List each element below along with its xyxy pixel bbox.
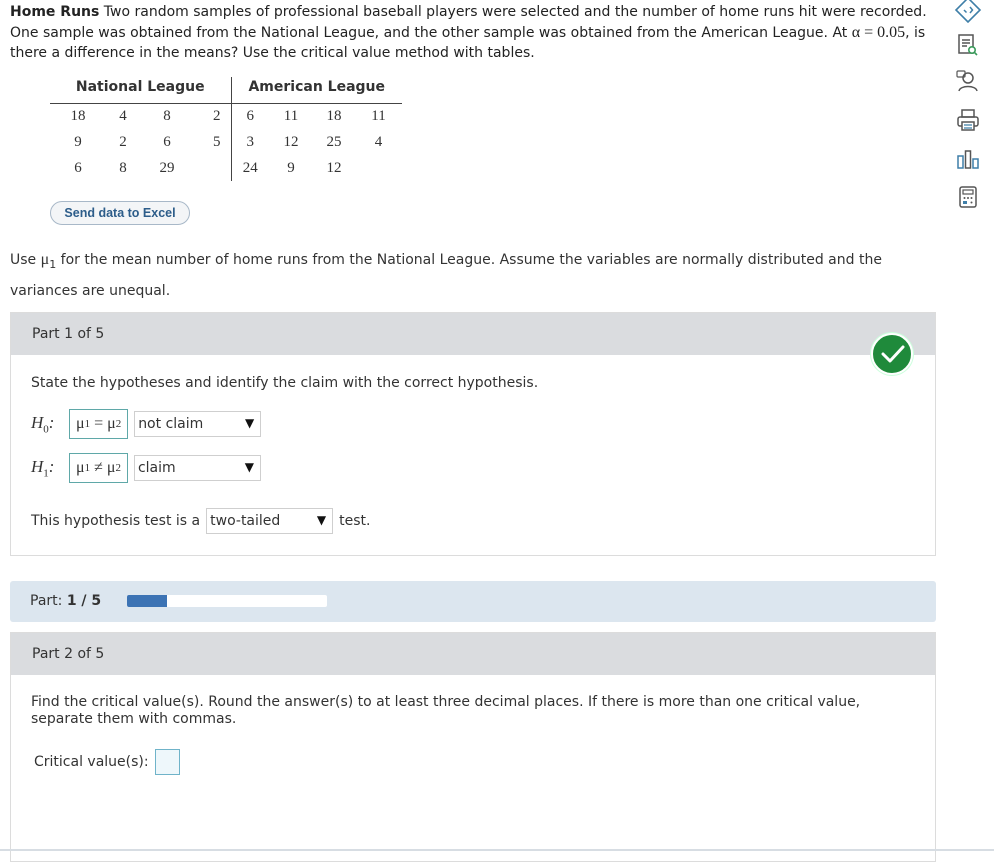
- critical-value-label: Critical value(s):: [34, 754, 149, 770]
- print-icon[interactable]: [952, 105, 984, 135]
- table-cell: 3: [230, 129, 269, 155]
- reference-doc-icon[interactable]: [952, 30, 984, 60]
- table-cell: 6: [163, 133, 171, 150]
- table-cell: 12: [326, 159, 342, 176]
- correct-check-icon: [871, 333, 913, 375]
- h1-row: H1: μ1 ≠ μ2 claim ▼: [31, 453, 261, 483]
- dropdown-arrow-icon: ▼: [316, 513, 327, 527]
- american-league-header: American League: [230, 77, 402, 104]
- table-cell: 25: [326, 133, 342, 150]
- dropdown-arrow-icon: ▼: [244, 416, 255, 430]
- tutor-icon[interactable]: [952, 66, 984, 96]
- table-cell: 4: [119, 107, 127, 124]
- main-content: Home Runs Two random samples of professi…: [0, 0, 945, 862]
- h1-label: H1:: [31, 456, 55, 480]
- table-cell: 11: [283, 107, 299, 124]
- test-type-select[interactable]: two-tailed ▼: [206, 508, 334, 534]
- instructions-after: for the mean number of home runs from th…: [10, 252, 882, 299]
- problem-title: Home Runs: [10, 4, 100, 20]
- progress-value: 1 / 5: [66, 593, 102, 609]
- table-cell: 12: [283, 133, 299, 150]
- part-1-panel: Part 1 of 5 State the hypotheses and ide…: [10, 312, 936, 556]
- part-2-panel: Part 2 of 5 Find the critical value(s). …: [10, 632, 936, 862]
- table-cell: 9: [74, 133, 82, 150]
- data-table: National League American League 18 4 8 2…: [50, 77, 402, 181]
- table-cell: 2: [213, 107, 221, 124]
- test-type-prefix: This hypothesis test is a: [31, 513, 201, 529]
- table-cell: [355, 155, 402, 181]
- h1-expression-input[interactable]: μ1 ≠ μ2: [69, 453, 128, 483]
- h0-row: H0: μ1 = μ2 not claim ▼: [31, 409, 262, 439]
- calculator-icon[interactable]: [952, 182, 984, 212]
- progress-track: [127, 595, 327, 607]
- table-cell: 2: [119, 133, 127, 150]
- table-cell: 9: [287, 159, 295, 176]
- table-cell: 29: [159, 159, 175, 176]
- national-league-header: National League: [50, 77, 231, 104]
- dropdown-arrow-icon: ▼: [244, 460, 254, 474]
- table-cell: 11: [371, 107, 386, 124]
- table-cell: 4: [374, 133, 383, 150]
- h1-claim-value: claim: [137, 460, 176, 476]
- table-cell: [194, 155, 231, 181]
- table-cell: 18: [70, 107, 86, 124]
- test-type-suffix: test.: [339, 513, 371, 529]
- problem-text-1: Two random samples of professional baseb…: [10, 4, 927, 41]
- part-1-prompt: State the hypotheses and identify the cl…: [31, 375, 539, 391]
- part-1-header: Part 1 of 5: [11, 313, 935, 355]
- part-2-header: Part 2 of 5: [11, 633, 935, 675]
- nav-diamond-icon[interactable]: [952, 0, 984, 25]
- send-to-excel-button[interactable]: Send data to Excel: [50, 201, 190, 225]
- table-cell: 24: [230, 155, 269, 181]
- table-cell: 6: [74, 159, 82, 176]
- progress-fill: [127, 595, 167, 607]
- tool-sidebar: [946, 0, 994, 851]
- critical-value-row: Critical value(s):: [34, 749, 180, 775]
- instructions-before: Use: [10, 252, 37, 268]
- table-cell: 18: [326, 107, 342, 124]
- alpha-value: α = 0.05: [851, 23, 906, 41]
- part-2-prompt: Find the critical value(s). Round the an…: [31, 694, 861, 727]
- mu-symbol: μ: [40, 251, 50, 268]
- critical-value-input[interactable]: [154, 749, 180, 775]
- table-cell: 8: [119, 159, 127, 176]
- table-cell: 6: [230, 103, 269, 129]
- progress-label: Part: 1 / 5: [30, 593, 102, 609]
- chart-icon[interactable]: [952, 144, 984, 174]
- table-cell: 5: [213, 133, 221, 150]
- h0-claim-value: not claim: [138, 416, 204, 432]
- test-type-value: two-tailed: [210, 513, 281, 529]
- h0-claim-select[interactable]: not claim ▼: [134, 411, 262, 437]
- h0-label: H0:: [31, 412, 55, 436]
- progress-bar: Part: 1 / 5: [10, 581, 936, 622]
- test-type-row: This hypothesis test is a two-tailed ▼ t…: [31, 508, 370, 534]
- instructions-text: Use μ1 for the mean number of home runs …: [10, 247, 910, 304]
- problem-statement: Home Runs Two random samples of professi…: [10, 2, 938, 64]
- h0-expression-input[interactable]: μ1 = μ2: [69, 409, 129, 439]
- mu-subscript: 1: [49, 257, 57, 271]
- table-cell: 8: [163, 107, 171, 124]
- h1-claim-select[interactable]: claim ▼: [133, 455, 261, 481]
